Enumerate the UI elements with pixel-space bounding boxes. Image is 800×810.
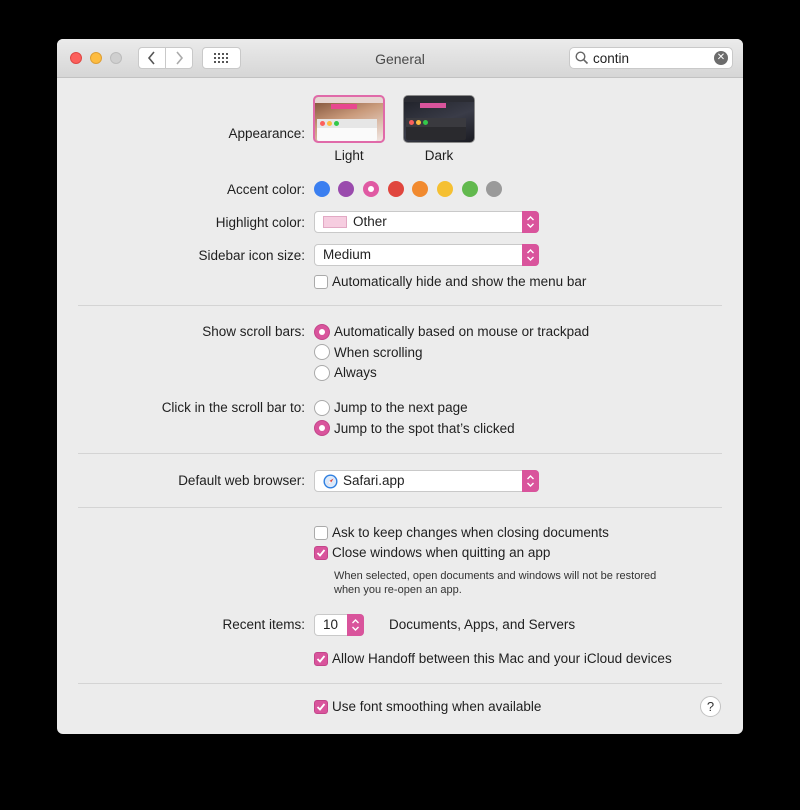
- default-browser-value: Safari.app: [343, 473, 405, 488]
- recent-items-value: 10: [323, 617, 339, 632]
- safari-icon: [323, 474, 338, 489]
- menu-bar-autohide-label: Automatically hide and show the menu bar: [332, 274, 587, 289]
- scroll-bars-auto-radio[interactable]: [314, 324, 330, 340]
- default-browser-popup[interactable]: Safari.app: [314, 470, 539, 492]
- scroll-bars-auto-label: Automatically based on mouse or trackpad: [334, 324, 590, 339]
- accent-swatch-green[interactable]: [462, 181, 478, 197]
- close-windows-note-line2: when you re-open an app.: [334, 584, 462, 596]
- divider: [78, 683, 722, 684]
- thumb-menubar: [404, 96, 474, 102]
- accent-swatch-orange[interactable]: [412, 181, 428, 197]
- close-windows-checkbox[interactable]: [314, 546, 328, 560]
- divider: [78, 507, 722, 508]
- popup-arrows: [347, 614, 364, 636]
- highlight-color-value: Other: [353, 214, 387, 229]
- search-icon: [575, 51, 589, 65]
- highlight-color-label: Highlight color:: [215, 215, 305, 230]
- handoff-checkbox[interactable]: [314, 652, 328, 666]
- highlight-color-popup[interactable]: Other: [314, 211, 539, 233]
- title-bar: General ✕: [57, 39, 743, 78]
- help-button[interactable]: ?: [700, 696, 721, 717]
- jump-next-page-label: Jump to the next page: [334, 400, 468, 415]
- recent-items-popup[interactable]: 10: [314, 614, 364, 636]
- checkmark-icon: [316, 549, 326, 557]
- accent-color-label: Accent color:: [226, 182, 305, 197]
- updown-chevron-icon: [527, 249, 534, 261]
- thumb-window: [317, 119, 377, 141]
- recent-items-label: Recent items:: [222, 617, 305, 632]
- updown-chevron-icon: [527, 216, 534, 228]
- close-windows-note-line1: When selected, open documents and window…: [334, 570, 657, 582]
- checkmark-icon: [316, 703, 326, 711]
- scroll-bars-when-scrolling-radio[interactable]: [314, 344, 330, 360]
- updown-chevron-icon: [352, 619, 359, 631]
- accent-swatch-red[interactable]: [388, 181, 404, 197]
- ask-keep-changes-label: Ask to keep changes when closing documen…: [332, 525, 609, 540]
- popup-arrows: [522, 470, 539, 492]
- search-field[interactable]: ✕: [569, 47, 733, 69]
- accent-swatch-pink[interactable]: [363, 181, 379, 197]
- appearance-label: Appearance:: [228, 126, 305, 141]
- appearance-light-thumbnail[interactable]: [313, 95, 385, 143]
- divider: [78, 453, 722, 454]
- sidebar-icon-size-value: Medium: [323, 247, 372, 262]
- sidebar-icon-size-popup[interactable]: Medium: [314, 244, 539, 266]
- recent-items-suffix: Documents, Apps, and Servers: [389, 617, 576, 632]
- scroll-bars-always-label: Always: [334, 365, 377, 380]
- search-input[interactable]: [593, 49, 708, 67]
- jump-to-spot-radio[interactable]: [314, 420, 330, 436]
- accent-swatch-purple[interactable]: [338, 181, 354, 197]
- close-windows-label: Close windows when quitting an app: [332, 545, 551, 560]
- jump-next-page-radio[interactable]: [314, 400, 330, 416]
- thumb-window: [406, 118, 466, 140]
- show-scroll-bars-label: Show scroll bars:: [202, 324, 305, 339]
- appearance-dark-label: Dark: [424, 148, 454, 163]
- font-smoothing-label: Use font smoothing when available: [332, 699, 542, 714]
- popup-arrows: [522, 211, 539, 233]
- font-smoothing-checkbox[interactable]: [314, 700, 328, 714]
- menu-bar-autohide-checkbox[interactable]: [314, 275, 328, 289]
- divider: [78, 305, 722, 306]
- highlight-color-swatch: [323, 216, 347, 228]
- ask-keep-changes-checkbox[interactable]: [314, 526, 328, 540]
- appearance-dark-thumbnail[interactable]: [403, 95, 475, 143]
- click-scroll-bar-label: Click in the scroll bar to:: [161, 400, 305, 415]
- updown-chevron-icon: [527, 475, 534, 487]
- clear-search-icon[interactable]: ✕: [714, 51, 728, 65]
- preferences-window: General ✕ Appearance: Light: [57, 39, 743, 734]
- handoff-label: Allow Handoff between this Mac and your …: [332, 651, 672, 666]
- scroll-bars-always-radio[interactable]: [314, 365, 330, 381]
- scroll-bars-when-scrolling-label: When scrolling: [334, 345, 423, 360]
- thumb-highlight: [331, 104, 357, 109]
- thumb-highlight: [420, 103, 446, 108]
- jump-to-spot-label: Jump to the spot that’s clicked: [334, 421, 515, 436]
- thumb-menubar: [315, 97, 383, 103]
- accent-swatch-yellow[interactable]: [437, 181, 453, 197]
- accent-swatch-blue[interactable]: [314, 181, 330, 197]
- accent-swatch-graphite[interactable]: [486, 181, 502, 197]
- checkmark-icon: [316, 655, 326, 663]
- appearance-light-label: Light: [334, 148, 364, 163]
- popup-arrows: [522, 244, 539, 266]
- default-browser-label: Default web browser:: [178, 473, 305, 488]
- sidebar-icon-size-label: Sidebar icon size:: [198, 248, 305, 263]
